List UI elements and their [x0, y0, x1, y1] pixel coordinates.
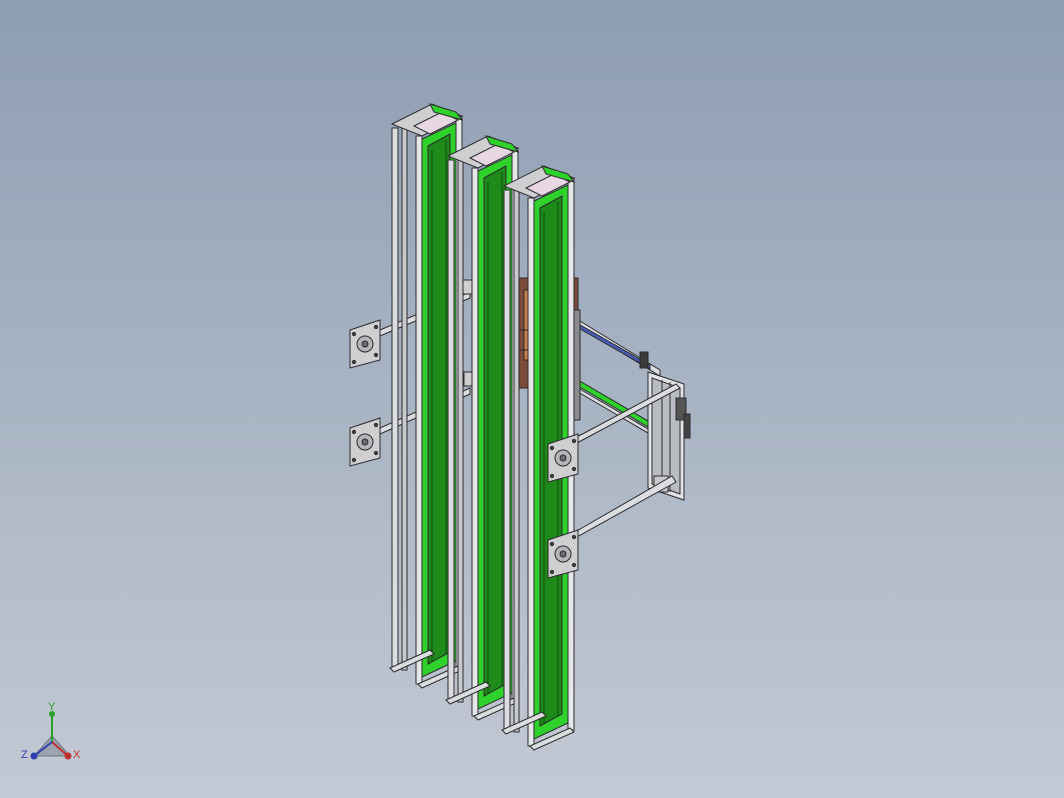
cad-model-view[interactable]	[0, 0, 1064, 798]
x-axis-tip-icon	[64, 752, 72, 760]
graphics-viewport[interactable]: Y X Z	[0, 0, 1064, 798]
triad-y-label: Y	[48, 701, 56, 713]
triad-z-label: Z	[21, 749, 28, 761]
mount-plate-1[interactable]	[349, 319, 381, 369]
orientation-triad[interactable]: Y X Z	[18, 702, 88, 772]
triad-x-label: X	[73, 749, 81, 761]
z-axis-tip-icon	[30, 752, 38, 760]
mount-plate-2[interactable]	[349, 417, 381, 467]
